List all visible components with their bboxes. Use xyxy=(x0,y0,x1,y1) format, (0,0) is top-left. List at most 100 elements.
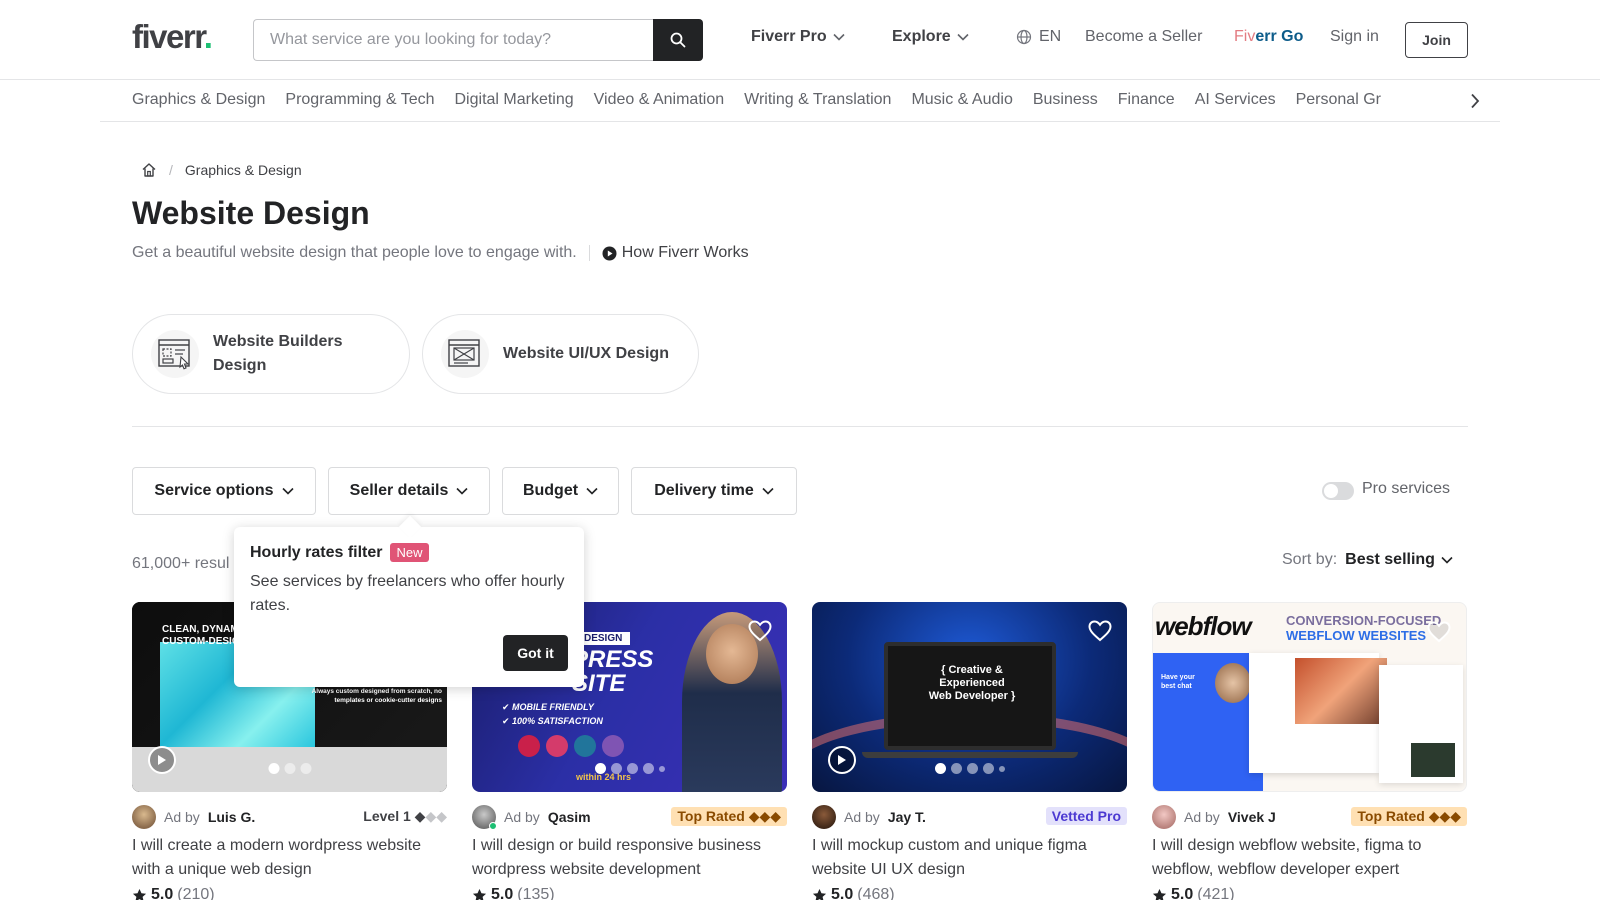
chevron-right-icon xyxy=(1471,93,1480,109)
avatar[interactable] xyxy=(1152,805,1176,829)
category-item[interactable]: Business xyxy=(1033,91,1098,109)
got-it-button[interactable]: Got it xyxy=(503,635,568,671)
filter-budget[interactable]: Budget xyxy=(502,467,619,515)
category-item[interactable]: AI Services xyxy=(1195,91,1276,109)
subtitle-text: Get a beautiful website design that peop… xyxy=(132,244,577,261)
category-scroll-button[interactable] xyxy=(1462,88,1488,114)
seller-name[interactable]: Jay T. xyxy=(888,809,926,825)
gig-card[interactable]: webflow CONVERSION-FOCUSED WEBFLOW WEBSIT… xyxy=(1152,602,1467,900)
gig-rating: 5.0 (468) xyxy=(812,886,1127,900)
fiverr-logo[interactable]: fiverr. xyxy=(132,18,213,56)
category-item[interactable]: Graphics & Design xyxy=(132,91,265,109)
pro-services-toggle[interactable] xyxy=(1322,482,1354,500)
explore-label: Explore xyxy=(892,28,951,45)
seller-info: Ad by Vivek J Top Rated ◆◆◆ xyxy=(1152,804,1467,830)
star-icon xyxy=(132,888,147,900)
sort-label: Sort by: xyxy=(1282,551,1338,568)
chevron-down-icon xyxy=(833,33,845,41)
heart-icon[interactable] xyxy=(747,618,773,644)
sort-dropdown[interactable]: Best selling xyxy=(1345,551,1453,569)
thumb-features: ✔ MOBILE FRIENDLY ✔ 100% SATISFACTION xyxy=(502,702,603,726)
explore-menu[interactable]: Explore xyxy=(892,28,969,46)
join-button[interactable]: Join xyxy=(1405,22,1468,58)
gig-title[interactable]: I will design webflow website, figma to … xyxy=(1152,834,1467,882)
subcategory-website-uiux[interactable]: Website UI/UX Design xyxy=(422,314,699,394)
avatar[interactable] xyxy=(132,805,156,829)
search-input[interactable] xyxy=(253,19,653,61)
gig-rating: 5.0 (135) xyxy=(472,886,787,900)
hourly-rates-tooltip: Hourly rates filter New See services by … xyxy=(234,527,584,687)
search-button[interactable] xyxy=(653,19,703,61)
filter-delivery-time[interactable]: Delivery time xyxy=(631,467,797,515)
gig-thumbnail[interactable]: webflow CONVERSION-FOCUSED WEBFLOW WEBSIT… xyxy=(1152,602,1467,792)
search-bar xyxy=(253,19,703,61)
home-icon[interactable] xyxy=(141,162,157,178)
ad-label: Ad by xyxy=(164,809,200,825)
online-status-indicator xyxy=(489,822,497,830)
thumb-tag: DESIGN xyxy=(576,632,631,645)
carousel-dots xyxy=(594,763,665,774)
globe-icon xyxy=(1016,29,1032,45)
chevron-down-icon xyxy=(762,487,774,495)
play-icon xyxy=(838,755,846,765)
tooltip-header: Hourly rates filter New xyxy=(250,543,568,562)
gig-thumbnail[interactable]: { Creative & Experienced Web Developer } xyxy=(812,602,1127,792)
category-item[interactable]: Digital Marketing xyxy=(455,91,574,109)
play-circle-icon xyxy=(602,246,617,260)
category-item[interactable]: Video & Animation xyxy=(594,91,724,109)
seller-name[interactable]: Qasim xyxy=(548,809,591,825)
category-item[interactable]: Writing & Translation xyxy=(744,91,891,109)
subcategory-website-builders[interactable]: Website Builders Design xyxy=(132,314,410,394)
fiverr-pro-menu[interactable]: Fiverr Pro xyxy=(751,28,845,46)
subcategory-label: Website UI/UX Design xyxy=(503,345,669,362)
star-icon xyxy=(812,888,827,900)
gig-title[interactable]: I will design or build responsive busine… xyxy=(472,834,787,882)
gig-title[interactable]: I will create a modern wordpress website… xyxy=(132,834,447,882)
ad-label: Ad by xyxy=(844,809,880,825)
category-nav: Graphics & Design Programming & Tech Digit… xyxy=(100,80,1500,122)
top-rated-badge: Top Rated ◆◆◆ xyxy=(671,807,787,826)
how-fiverr-works-link[interactable]: How Fiverr Works xyxy=(602,244,749,262)
language-selector[interactable]: EN xyxy=(1016,28,1061,46)
chevron-down-icon xyxy=(282,487,294,495)
seller-info: Ad by Luis G. Level 1 ◆◆◆ xyxy=(132,804,447,830)
heart-icon[interactable] xyxy=(1087,618,1113,644)
seller-name[interactable]: Vivek J xyxy=(1228,809,1276,825)
become-seller-link[interactable]: Become a Seller xyxy=(1085,28,1202,46)
category-item[interactable]: Personal Gr xyxy=(1296,91,1381,109)
star-icon xyxy=(472,888,487,900)
gig-title[interactable]: I will mockup custom and unique figma we… xyxy=(812,834,1127,882)
play-video-button[interactable] xyxy=(148,746,176,774)
filter-service-options[interactable]: Service options xyxy=(132,467,316,515)
seller-info: Ad by Qasim Top Rated ◆◆◆ xyxy=(472,804,787,830)
sort-control: Sort by: Best selling xyxy=(1282,551,1453,569)
chevron-down-icon xyxy=(1441,556,1453,564)
subcategory-label: Website Builders Design xyxy=(213,333,343,374)
gig-card[interactable]: { Creative & Experienced Web Developer } A… xyxy=(812,602,1127,900)
language-label: EN xyxy=(1039,28,1062,45)
breadcrumb-separator: / xyxy=(169,162,173,178)
avatar[interactable] xyxy=(472,805,497,830)
avatar[interactable] xyxy=(812,805,836,829)
thumb-heading: PRESS SITE xyxy=(572,646,654,697)
filter-seller-details[interactable]: Seller details xyxy=(328,467,490,515)
category-item[interactable]: Finance xyxy=(1118,91,1175,109)
category-item[interactable]: Programming & Tech xyxy=(285,91,434,109)
breadcrumb-graphics-design[interactable]: Graphics & Design xyxy=(185,162,302,178)
seller-name[interactable]: Luis G. xyxy=(208,809,255,825)
website-uiux-icon xyxy=(441,330,489,378)
section-divider xyxy=(132,426,1468,427)
subtitle-divider xyxy=(588,245,590,261)
heart-icon[interactable] xyxy=(1426,619,1452,645)
vetted-pro-badge: Vetted Pro xyxy=(1045,807,1127,825)
chevron-down-icon xyxy=(957,33,969,41)
chevron-down-icon xyxy=(586,487,598,495)
fiverr-pro-label: Fiverr Pro xyxy=(751,28,827,45)
fiverr-go-link[interactable]: Fiverr Go xyxy=(1234,28,1303,46)
how-fiverr-works-label: How Fiverr Works xyxy=(621,244,749,261)
tooltip-title: Hourly rates filter xyxy=(250,543,383,561)
thumb-caption: Have your best chat xyxy=(1161,674,1195,690)
play-video-button[interactable] xyxy=(828,746,856,774)
sign-in-link[interactable]: Sign in xyxy=(1330,28,1379,46)
category-item[interactable]: Music & Audio xyxy=(911,91,1012,109)
